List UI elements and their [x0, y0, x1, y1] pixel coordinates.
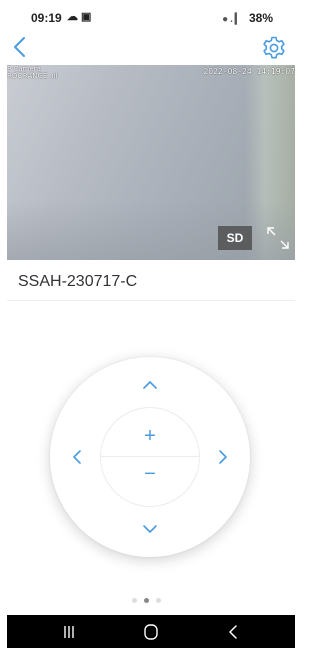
- chevron-down-icon: [143, 525, 157, 533]
- settings-button[interactable]: [261, 35, 287, 61]
- recents-button[interactable]: [60, 623, 78, 641]
- zoom-out-button[interactable]: −: [101, 457, 199, 506]
- home-icon: [144, 624, 158, 640]
- fullscreen-button[interactable]: [264, 224, 292, 252]
- device-name: SSAH-230717-C: [18, 273, 138, 290]
- pan-right-button[interactable]: [213, 447, 233, 467]
- home-button[interactable]: [142, 623, 160, 641]
- pan-left-button[interactable]: [67, 447, 87, 467]
- page-indicator: [132, 598, 161, 604]
- back-nav-button[interactable]: [225, 623, 243, 641]
- page-dot: [144, 598, 149, 603]
- battery-percent: 38%: [248, 11, 273, 25]
- divider: [7, 300, 295, 301]
- status-time: 09:19: [31, 11, 62, 25]
- gear-icon: [263, 36, 285, 59]
- app-header: [0, 30, 295, 65]
- status-bar: 09:19 ☁ ▣ ● . ▎ 38%: [0, 0, 295, 30]
- pan-down-button[interactable]: [140, 519, 160, 539]
- osd-network: ROORANGE .ııl: [7, 72, 58, 80]
- zoom-control: + −: [100, 407, 200, 507]
- page-dot: [156, 598, 161, 603]
- signal-icon: ● . ▎: [222, 14, 243, 25]
- fullscreen-icon: [267, 227, 289, 249]
- page-dot: [132, 598, 137, 603]
- chevron-left-icon: [14, 37, 25, 57]
- video-feed[interactable]: P Camera ROORANGE .ııl 2022-08-24 14:19:…: [7, 65, 295, 260]
- quality-button[interactable]: SD: [218, 226, 252, 250]
- status-right: ● . ▎ 38%: [222, 11, 273, 25]
- chevron-up-icon: [143, 381, 157, 389]
- back-button[interactable]: [8, 34, 34, 60]
- chevron-left-icon: [73, 450, 81, 464]
- recents-icon: [64, 626, 74, 638]
- chevron-right-icon: [219, 450, 227, 464]
- zoom-in-button[interactable]: +: [101, 408, 199, 457]
- notification-icons: ☁ ▣: [67, 11, 92, 23]
- system-nav-bar: [7, 615, 295, 648]
- back-icon: [229, 625, 237, 639]
- osd-timestamp: 2022-08-24 14:19:07: [203, 67, 295, 76]
- ptz-control: + −: [50, 357, 250, 557]
- pan-up-button[interactable]: [140, 375, 160, 395]
